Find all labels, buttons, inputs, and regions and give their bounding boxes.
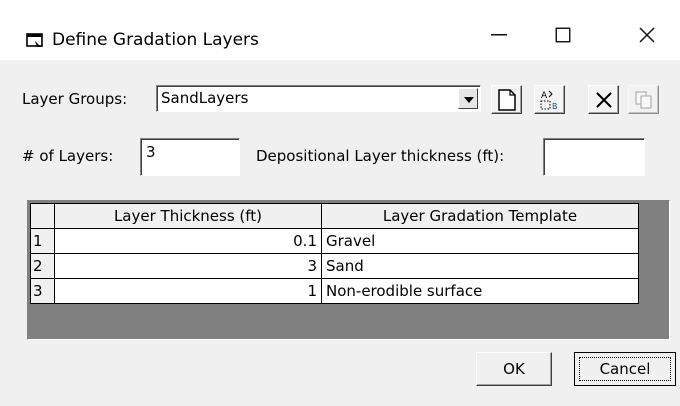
minimize-button[interactable] <box>466 12 532 58</box>
delete-icon <box>595 91 612 108</box>
num-layers-value: 3 <box>146 143 156 161</box>
row-header[interactable]: 3 <box>30 278 55 304</box>
template-cell[interactable]: Gravel <box>321 228 639 254</box>
thickness-cell[interactable]: 3 <box>54 253 322 279</box>
table-row: 3 1 Non-erodible surface <box>30 278 639 304</box>
table-row: 1 0.1 Gravel <box>30 228 639 254</box>
rename-icon: A B <box>540 90 558 111</box>
depositional-thickness-input[interactable] <box>543 138 645 176</box>
copy-layer-group-button[interactable] <box>628 85 659 114</box>
new-icon <box>497 88 516 111</box>
svg-text:B: B <box>552 102 558 111</box>
template-cell[interactable]: Non-erodible surface <box>321 278 639 304</box>
layer-groups-dropdown[interactable]: SandLayers <box>156 85 481 112</box>
maximize-button[interactable] <box>530 12 596 58</box>
ok-button[interactable]: OK <box>476 352 552 386</box>
close-button[interactable] <box>614 12 680 58</box>
column-header-thickness[interactable]: Layer Thickness (ft) <box>54 203 322 229</box>
column-header-template[interactable]: Layer Gradation Template <box>321 203 639 229</box>
layer-groups-selected: SandLayers <box>161 89 249 107</box>
num-layers-label: # of Layers: <box>22 147 114 165</box>
layer-groups-label: Layer Groups: <box>22 90 128 108</box>
thickness-cell[interactable]: 1 <box>54 278 322 304</box>
row-header[interactable]: 2 <box>30 253 55 279</box>
layers-table: Layer Thickness (ft) Layer Gradation Tem… <box>30 203 639 304</box>
table-row: 2 3 Sand <box>30 253 639 279</box>
title-bar: Define Gradation Layers <box>0 0 680 60</box>
new-layer-group-button[interactable] <box>491 85 522 114</box>
dropdown-arrow-icon[interactable] <box>458 88 478 109</box>
window-title: Define Gradation Layers <box>52 30 259 50</box>
num-layers-input[interactable]: 3 <box>140 138 240 176</box>
svg-text:A: A <box>541 91 548 101</box>
delete-layer-group-button[interactable] <box>588 85 619 114</box>
focus-rectangle <box>579 357 671 381</box>
template-cell[interactable]: Sand <box>321 253 639 279</box>
depositional-thickness-label: Depositional Layer thickness (ft): <box>256 147 505 165</box>
rename-layer-group-button[interactable]: A B <box>534 85 565 114</box>
app-icon <box>26 32 44 48</box>
copy-icon <box>635 91 651 108</box>
cancel-button[interactable]: Cancel <box>574 352 676 386</box>
corner-cell <box>30 203 55 229</box>
row-header[interactable]: 1 <box>30 228 55 254</box>
layers-table-panel: Layer Thickness (ft) Layer Gradation Tem… <box>27 200 670 340</box>
thickness-cell[interactable]: 0.1 <box>54 228 322 254</box>
